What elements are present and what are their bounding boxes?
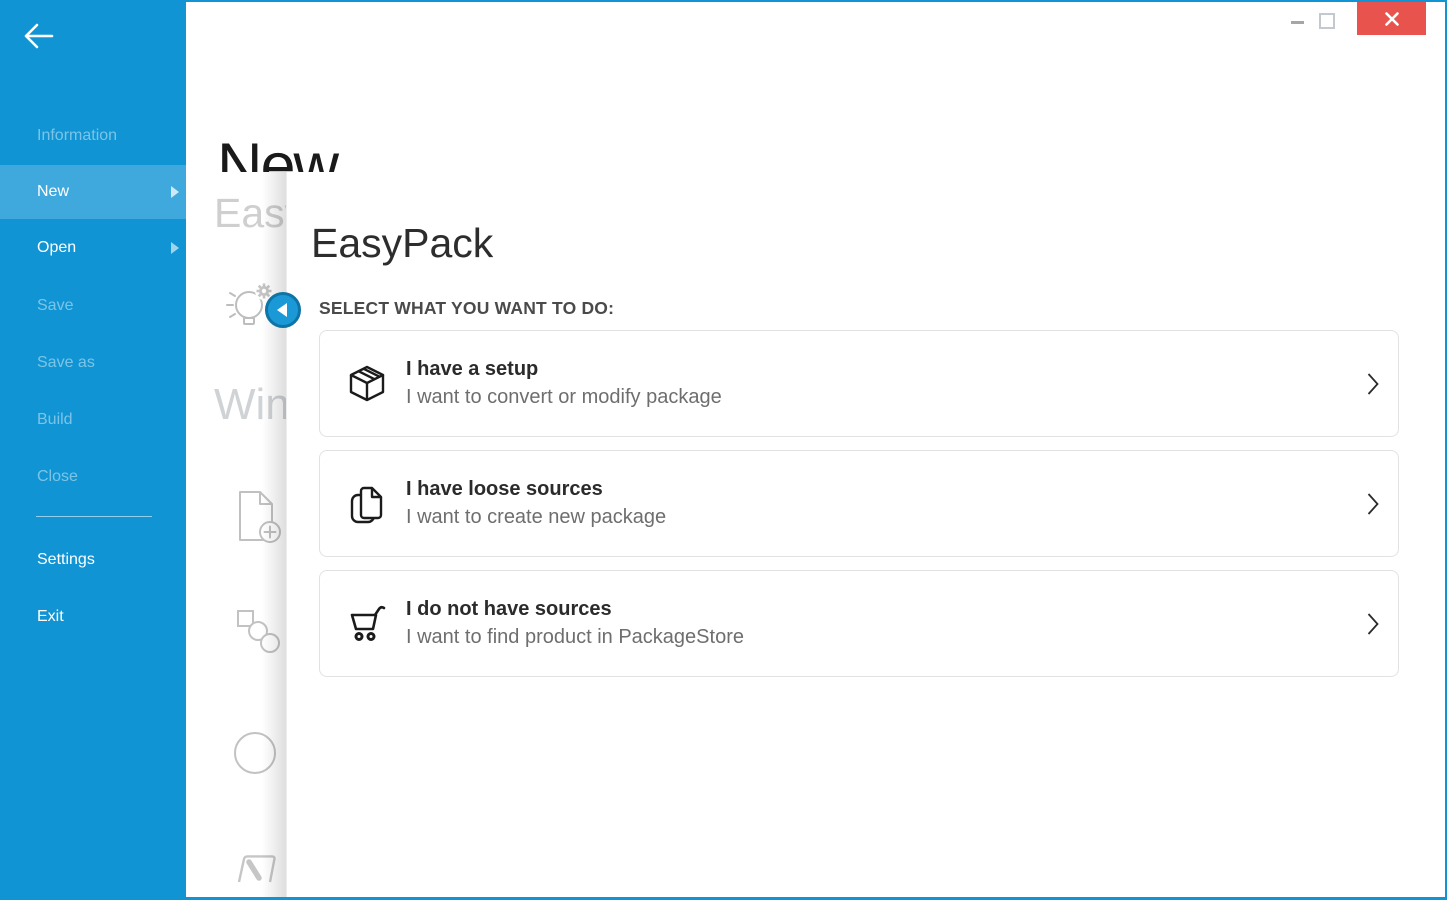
sidebar-item-build[interactable]: Build — [0, 394, 186, 446]
minimize-button[interactable] — [1291, 21, 1304, 24]
sidebar-item-label: Save — [37, 297, 73, 315]
sidebar-item-exit[interactable]: Exit — [0, 591, 186, 643]
easypack-panel: EasyPack SELECT WHAT YOU WANT TO DO: I h… — [286, 172, 1445, 897]
card-title: I have loose sources — [406, 476, 666, 503]
sidebar-item-information[interactable]: Information — [0, 110, 186, 162]
close-button[interactable] — [1357, 2, 1426, 35]
arrow-left-triangle-icon — [277, 303, 287, 317]
card-subtitle: I want to convert or modify package — [406, 383, 722, 412]
submenu-arrow-icon — [171, 242, 179, 254]
chevron-right-icon — [1366, 611, 1380, 637]
chevron-right-icon — [1366, 491, 1380, 517]
sidebar-item-label: Settings — [37, 551, 95, 569]
card-text: I have loose sources I want to create ne… — [406, 476, 666, 532]
submenu-arrow-icon — [171, 186, 179, 198]
package-box-icon — [345, 362, 389, 406]
app-window: Information New Open Save Save as Build … — [0, 0, 1447, 900]
option-card-have-setup[interactable]: I have a setup I want to convert or modi… — [319, 330, 1399, 437]
card-subtitle: I want to find product in PackageStore — [406, 623, 744, 652]
sidebar-item-new[interactable]: New — [0, 165, 186, 219]
shopping-cart-icon — [345, 602, 389, 646]
sidebar-item-label: Build — [37, 411, 73, 429]
card-text: I do not have sources I want to find pro… — [406, 596, 744, 652]
sidebar-item-close[interactable]: Close — [0, 451, 186, 503]
sidebar-item-label: New — [37, 183, 69, 201]
arrow-left-icon — [18, 16, 58, 56]
option-card-no-sources[interactable]: I do not have sources I want to find pro… — [319, 570, 1399, 677]
panel-title: EasyPack — [311, 220, 493, 267]
card-title: I do not have sources — [406, 596, 744, 623]
sidebar-item-label: Open — [37, 239, 76, 257]
option-card-loose-sources[interactable]: I have loose sources I want to create ne… — [319, 450, 1399, 557]
sidebar-item-open[interactable]: Open — [0, 222, 186, 274]
panel-edge-shadow — [262, 172, 286, 897]
documents-icon — [345, 482, 389, 526]
sidebar-item-settings[interactable]: Settings — [0, 534, 186, 586]
close-icon — [1384, 11, 1400, 27]
sidebar-item-save-as[interactable]: Save as — [0, 337, 186, 389]
section-heading: SELECT WHAT YOU WANT TO DO: — [319, 298, 614, 319]
chevron-right-icon — [1366, 371, 1380, 397]
back-button[interactable] — [18, 16, 58, 56]
sidebar-item-save[interactable]: Save — [0, 280, 186, 332]
maximize-button[interactable] — [1319, 13, 1335, 29]
sidebar-item-label: Information — [37, 127, 117, 145]
sidebar: Information New Open Save Save as Build … — [0, 0, 186, 900]
card-text: I have a setup I want to convert or modi… — [406, 356, 722, 412]
sidebar-divider — [36, 516, 152, 517]
sidebar-item-label: Exit — [37, 608, 64, 626]
sidebar-item-label: Save as — [37, 354, 95, 372]
sidebar-item-label: Close — [37, 468, 78, 486]
card-title: I have a setup — [406, 356, 722, 383]
card-subtitle: I want to create new package — [406, 503, 666, 532]
collapse-panel-button[interactable] — [265, 292, 301, 328]
background-page: Easy Win — [186, 172, 286, 897]
option-cards: I have a setup I want to convert or modi… — [319, 330, 1399, 690]
